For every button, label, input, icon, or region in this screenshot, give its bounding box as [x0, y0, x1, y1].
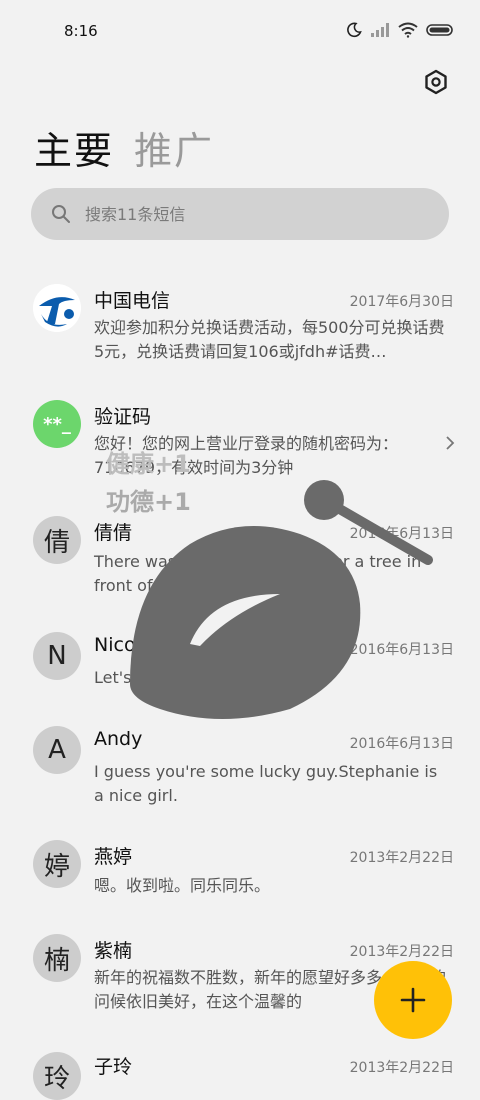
- message-date: 2013年2月22日: [349, 944, 454, 960]
- china-telecom-logo-icon: [33, 284, 81, 332]
- avatar: 玲: [33, 1052, 81, 1100]
- avatar: [33, 284, 81, 332]
- settings-hexagon-icon: [425, 69, 447, 95]
- tab-primary[interactable]: 主要: [34, 120, 114, 175]
- message-preview: 欢迎参加积分兑换话费活动，每500分可兑换话费5元，兑换话费请回复106或jfd…: [94, 318, 445, 361]
- battery-icon: [426, 24, 453, 36]
- tab-bar: 主要 推广: [34, 120, 214, 175]
- message-date: 2017年6月30日: [349, 294, 454, 310]
- contact-name: 验证码: [94, 406, 152, 428]
- chevron-right-icon: [446, 436, 455, 450]
- message-date: 2013年2月22日: [349, 850, 454, 866]
- conversation-row[interactable]: 玲 子玲 2013年2月22日: [0, 1038, 480, 1100]
- compose-button[interactable]: [374, 961, 452, 1039]
- message-date: 2013年2月22日: [349, 1060, 454, 1076]
- message-preview: 嗯。收到啦。同乐同乐。: [94, 876, 271, 895]
- wifi-icon: [398, 22, 418, 38]
- wooden-fish-icon: [130, 480, 433, 719]
- moon-icon: [347, 22, 362, 38]
- avatar: 楠: [33, 934, 81, 982]
- tab-promotions[interactable]: 推广: [134, 120, 214, 175]
- plus-icon: [400, 987, 426, 1013]
- search-icon: [52, 205, 70, 223]
- status-bar: 8:16: [0, 0, 480, 62]
- contact-name: Andy: [94, 728, 143, 750]
- avatar: **_: [33, 400, 81, 448]
- status-time: 8:16: [64, 22, 98, 40]
- conversation-row[interactable]: A Andy 2016年6月13日 I guess you're some lu…: [0, 710, 480, 822]
- message-date: 2016年6月13日: [349, 736, 454, 752]
- conversation-row-telecom[interactable]: 中国电信 2017年6月30日 欢迎参加积分兑换话费活动，每500分可兑换话费5…: [0, 268, 480, 378]
- signal-icon: [371, 23, 389, 37]
- contact-name: 燕婷: [94, 846, 133, 868]
- avatar: 倩: [33, 516, 81, 564]
- settings-button[interactable]: [422, 68, 450, 96]
- avatar: 婷: [33, 840, 81, 888]
- message-preview: I guess you're some lucky guy.Stephanie …: [94, 762, 438, 805]
- contact-name: 中国电信: [94, 290, 171, 312]
- search-bar[interactable]: [31, 188, 449, 240]
- avatar: A: [33, 726, 81, 774]
- status-icons: [346, 22, 454, 38]
- contact-name: 紫楠: [94, 940, 133, 962]
- avatar: N: [33, 632, 81, 680]
- conversation-row[interactable]: 婷 燕婷 2013年2月22日 嗯。收到啦。同乐同乐。: [0, 824, 480, 914]
- search-input[interactable]: [83, 203, 427, 225]
